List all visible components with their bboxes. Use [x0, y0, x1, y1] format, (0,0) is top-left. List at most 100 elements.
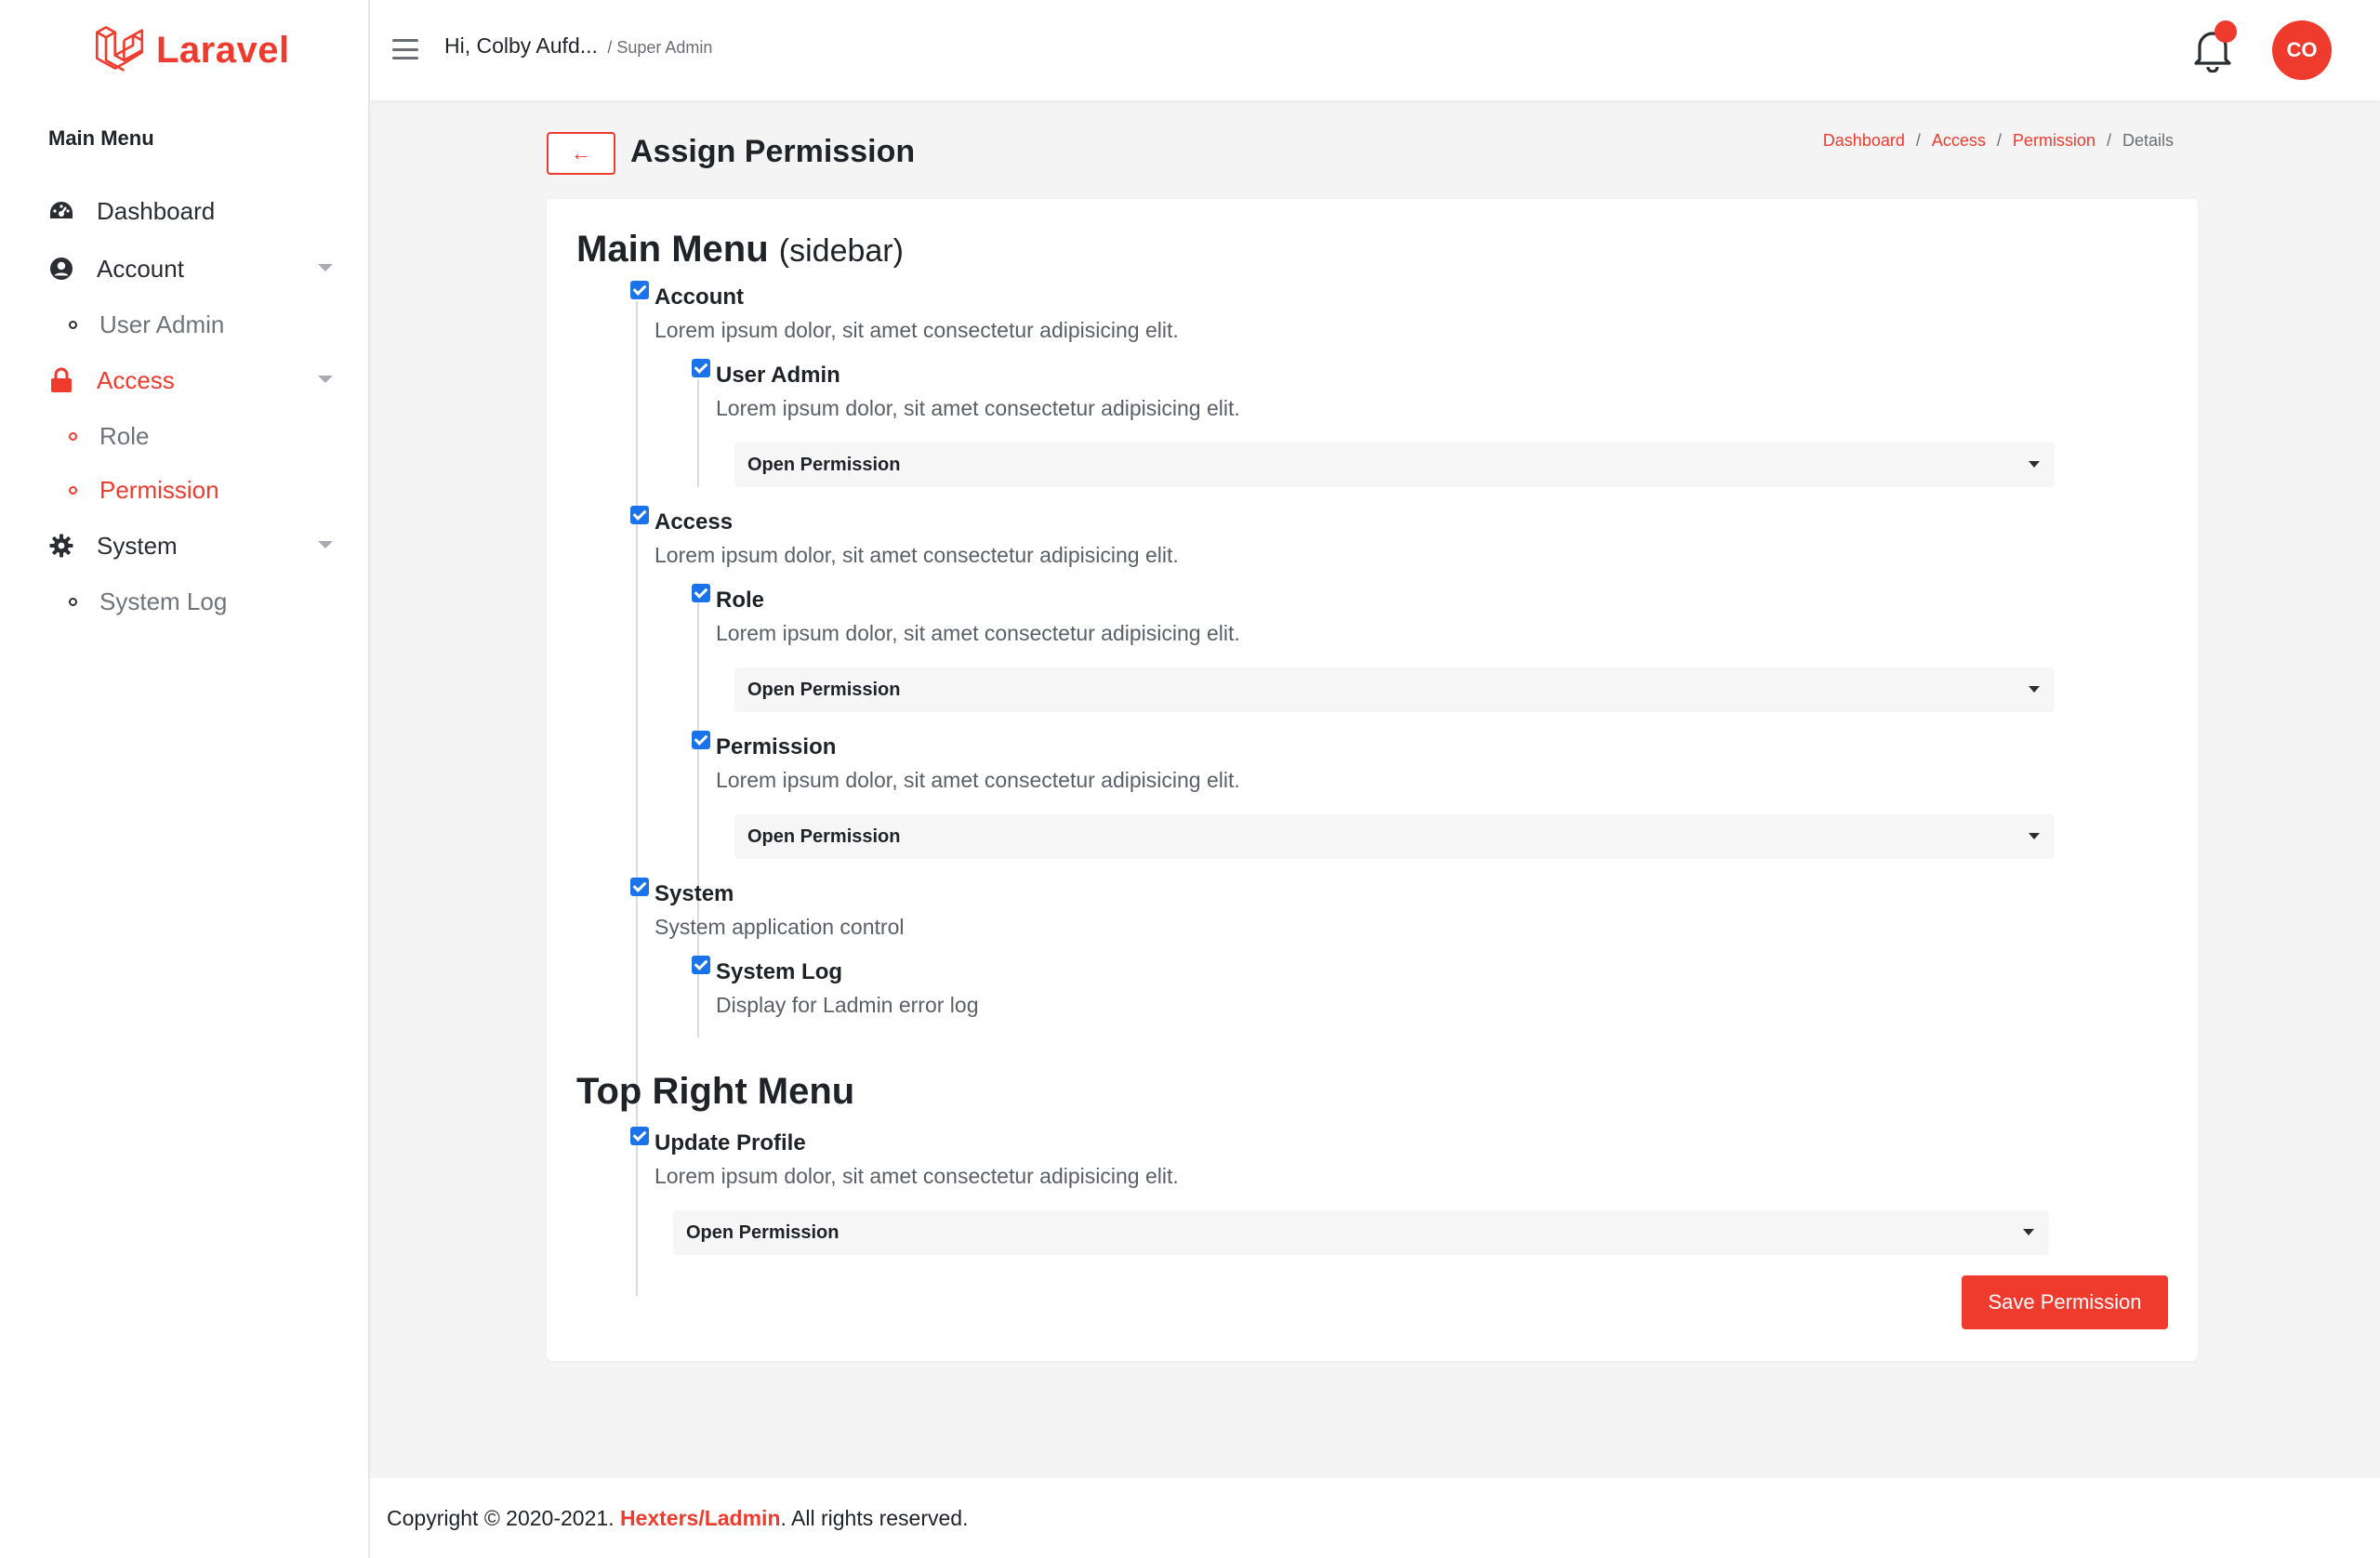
permission-description: Display for Ladmin error log: [716, 993, 979, 1017]
sidebar-subitem-user-admin[interactable]: User Admin: [0, 297, 370, 351]
permission-checkbox[interactable]: [692, 956, 710, 974]
permission-node-permission: Permission Lorem ipsum dolor, sit amet c…: [692, 731, 1240, 793]
permission-title: Permission: [716, 734, 837, 759]
breadcrumb-separator: /: [2106, 131, 2111, 150]
sidebar-item-label: System: [97, 531, 178, 560]
permission-title: System: [654, 881, 734, 906]
back-button[interactable]: ←: [547, 132, 615, 175]
permission-description: Lorem ipsum dolor, sit amet consectetur …: [654, 543, 1179, 567]
permission-node-system-log: System Log Display for Ladmin error log: [692, 956, 979, 1018]
permission-node-access: Access Lorem ipsum dolor, sit amet conse…: [630, 506, 1179, 568]
avatar[interactable]: CO: [2272, 20, 2332, 80]
laravel-logo-icon: [93, 22, 145, 79]
permission-checkbox[interactable]: [692, 731, 710, 749]
sidebar-item-dashboard[interactable]: Dashboard: [0, 182, 370, 240]
section-title-suffix: (sidebar): [778, 233, 904, 269]
caret-down-icon: [2029, 686, 2040, 693]
sidebar-subitem-permission[interactable]: Permission: [0, 463, 370, 517]
topbar: Hi, Colby Aufd... / Super Admin CO: [370, 0, 2380, 100]
bell-icon: [2192, 32, 2233, 76]
breadcrumb-separator: /: [1996, 131, 2002, 150]
sidebar-subitem-role[interactable]: Role: [0, 409, 370, 463]
permission-description: Lorem ipsum dolor, sit amet consectetur …: [654, 318, 1179, 342]
breadcrumb-link-dashboard[interactable]: Dashboard: [1823, 130, 1905, 151]
save-permission-button[interactable]: Save Permission: [1962, 1275, 2168, 1329]
breadcrumb-link-access[interactable]: Access: [1932, 130, 1986, 151]
permission-checkbox[interactable]: [630, 281, 649, 299]
circle-bullet-icon: [69, 320, 77, 329]
select-value: Open Permission: [686, 1221, 840, 1243]
footer-copyright: Copyright © 2020-2021.: [387, 1505, 615, 1530]
permission-description: Lorem ipsum dolor, sit amet consectetur …: [654, 1164, 1179, 1188]
permission-node-system: System System application control: [630, 878, 905, 940]
greeting-text: Hi, Colby Aufd...: [444, 33, 598, 58]
sidebar-item-account[interactable]: Account: [0, 240, 370, 297]
caret-down-icon: [2029, 833, 2040, 839]
permission-card: Main Menu (sidebar) Account Lorem ipsum …: [547, 199, 2198, 1361]
sidebar-subitem-label: Role: [99, 421, 150, 450]
brand-name: Laravel: [156, 29, 290, 71]
section-title-main-menu: Main Menu (sidebar): [576, 229, 904, 271]
sidebar-item-system[interactable]: System: [0, 517, 370, 574]
permission-node-update-profile: Update Profile Lorem ipsum dolor, sit am…: [630, 1127, 1179, 1189]
permission-title: System Log: [716, 959, 843, 984]
breadcrumb-link-permission[interactable]: Permission: [2013, 130, 2096, 151]
permission-description: Lorem ipsum dolor, sit amet consectetur …: [716, 768, 1240, 792]
circle-bullet-icon: [69, 485, 77, 495]
permission-checkbox[interactable]: [630, 506, 649, 524]
sidebar: Laravel Main Menu Dashboard Account User…: [0, 0, 370, 1558]
notification-bell-button[interactable]: [2192, 20, 2237, 76]
sidebar-subitem-system-log[interactable]: System Log: [0, 574, 370, 628]
footer: Copyright © 2020-2021. Hexters/Ladmin. A…: [370, 1478, 2380, 1558]
sidebar-item-access[interactable]: Access: [0, 351, 370, 409]
permission-select-user-admin[interactable]: Open Permission: [734, 442, 2055, 487]
sidebar-subitem-label: Permission: [99, 475, 219, 504]
speedometer-icon: [48, 198, 74, 224]
permission-title: Update Profile: [654, 1130, 806, 1155]
permission-select-update-profile[interactable]: Open Permission: [673, 1210, 2049, 1255]
permission-title: Account: [654, 284, 744, 310]
breadcrumb-separator: /: [1915, 131, 1921, 150]
breadcrumb: Dashboard / Access / Permission / Detail…: [1823, 130, 2174, 151]
permission-title: User Admin: [716, 363, 840, 388]
sidebar-heading: Main Menu: [48, 126, 154, 150]
select-value: Open Permission: [747, 825, 901, 847]
permission-checkbox[interactable]: [692, 584, 710, 602]
permission-select-role[interactable]: Open Permission: [734, 667, 2055, 712]
permission-description: Lorem ipsum dolor, sit amet consectetur …: [716, 621, 1240, 645]
user-role: / Super Admin: [607, 38, 713, 57]
circle-bullet-icon: [69, 431, 77, 441]
permission-description: System application control: [654, 915, 905, 939]
chevron-down-icon[interactable]: [318, 376, 333, 383]
sidebar-item-label: Account: [97, 254, 184, 283]
sidebar-subitem-label: System Log: [99, 587, 228, 615]
brand-logo[interactable]: Laravel: [93, 20, 290, 80]
sidebar-item-label: Dashboard: [97, 196, 216, 225]
permission-description: Lorem ipsum dolor, sit amet consectetur …: [716, 396, 1240, 420]
sidebar-item-label: Access: [97, 365, 175, 394]
chevron-down-icon[interactable]: [318, 264, 333, 271]
caret-down-icon: [2029, 461, 2040, 468]
sidebar-menu: Dashboard Account User Admin Access Role: [0, 182, 370, 628]
permission-checkbox[interactable]: [630, 1127, 649, 1145]
permission-title: Role: [716, 588, 765, 613]
chevron-down-icon[interactable]: [318, 541, 333, 548]
hamburger-menu-icon[interactable]: [392, 39, 418, 59]
footer-brand-link[interactable]: Hexters/Ladmin: [620, 1506, 781, 1531]
permission-checkbox[interactable]: [630, 878, 649, 896]
permission-title: Access: [654, 509, 734, 535]
footer-rights: . All rights reserved.: [780, 1505, 969, 1530]
permission-node-account: Account Lorem ipsum dolor, sit amet cons…: [630, 281, 1179, 343]
breadcrumb-current: Details: [2122, 131, 2174, 150]
notification-badge: [2215, 20, 2237, 43]
permission-select-permission[interactable]: Open Permission: [734, 814, 2055, 859]
user-greeting: Hi, Colby Aufd... / Super Admin: [444, 33, 712, 59]
gear-icon: [48, 533, 74, 559]
lock-icon: [48, 367, 74, 393]
section-title-text: Main Menu: [576, 229, 769, 270]
permission-checkbox[interactable]: [692, 359, 710, 377]
page-title: Assign Permission: [630, 134, 916, 169]
select-value: Open Permission: [747, 679, 901, 700]
section-title-top-right-menu: Top Right Menu: [576, 1071, 855, 1112]
sidebar-subitem-label: User Admin: [99, 310, 225, 338]
